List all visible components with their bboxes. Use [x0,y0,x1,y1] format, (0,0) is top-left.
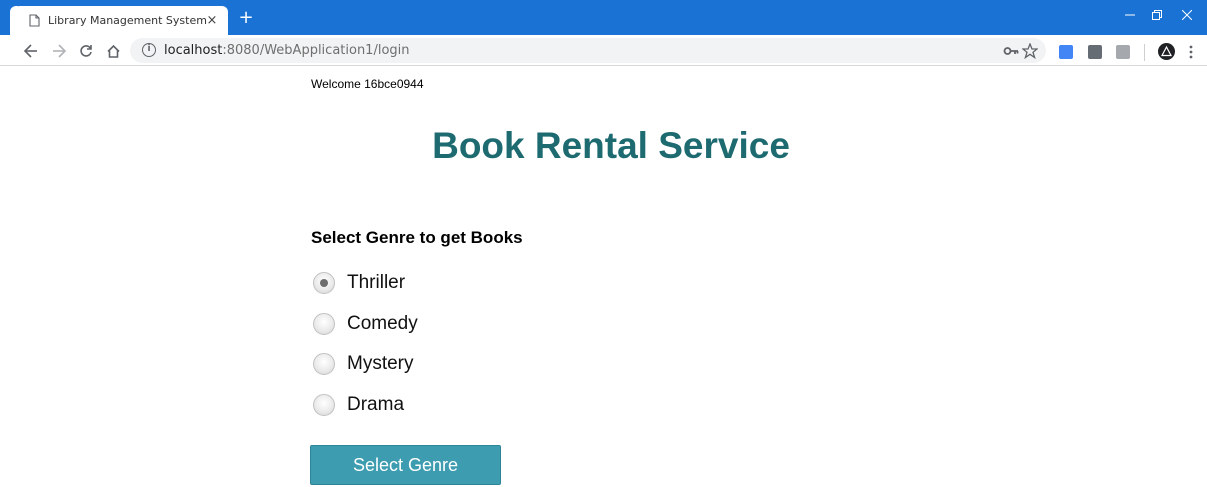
genre-label-drama[interactable]: Drama [347,394,404,416]
genre-subheading: Select Genre to get Books [311,228,523,247]
welcome-text: Welcome 16bce0944 [311,77,424,91]
forward-arrow-icon[interactable] [48,40,70,62]
genre-option-drama[interactable]: Drama [313,392,404,418]
genre-label-comedy[interactable]: Comedy [347,313,418,335]
toolbar-divider [1144,44,1145,61]
home-icon[interactable] [102,40,124,62]
translate-extension-icon[interactable] [1059,45,1073,59]
page-document-icon [28,14,40,28]
url-text[interactable]: localhost:8080/WebApplication1/login [164,43,410,58]
key-icon[interactable] [1003,43,1019,59]
reload-icon[interactable] [75,40,97,62]
genre-option-comedy[interactable]: Comedy [313,311,418,337]
account-avatar-icon[interactable] [1158,43,1175,60]
back-arrow-icon[interactable] [20,40,42,62]
browser-tab-bar: Library Management System × + [0,0,1207,35]
tab-close-icon[interactable]: × [204,12,220,28]
page-title: Book Rental Service [432,125,790,166]
genre-radio-drama[interactable] [313,394,335,416]
url-host: localhost [164,43,223,58]
genre-radio-comedy[interactable] [313,313,335,335]
address-bar[interactable]: i localhost:8080/WebApplication1/login [130,38,1046,63]
close-window-icon[interactable] [1167,0,1207,30]
browser-menu-icon[interactable] [1186,45,1196,59]
genre-label-mystery[interactable]: Mystery [347,353,414,375]
browser-toolbar: i localhost:8080/WebApplication1/login [0,35,1207,66]
site-info-icon[interactable]: i [142,43,156,57]
url-path: :8080/WebApplication1/login [222,43,410,58]
genre-radio-thriller[interactable] [313,272,335,294]
extension-icon[interactable] [1116,45,1130,59]
genre-label-thriller[interactable]: Thriller [347,272,405,294]
browser-tab[interactable]: Library Management System × [14,6,228,35]
new-tab-button[interactable]: + [236,8,256,28]
tab-title: Library Management System [48,14,207,27]
genre-option-thriller[interactable]: Thriller [313,270,405,296]
bookmark-star-icon[interactable] [1021,42,1039,60]
shield-extension-icon[interactable] [1088,45,1102,59]
genre-radio-mystery[interactable] [313,353,335,375]
select-genre-button[interactable]: Select Genre [310,445,501,485]
genre-option-mystery[interactable]: Mystery [313,351,414,377]
